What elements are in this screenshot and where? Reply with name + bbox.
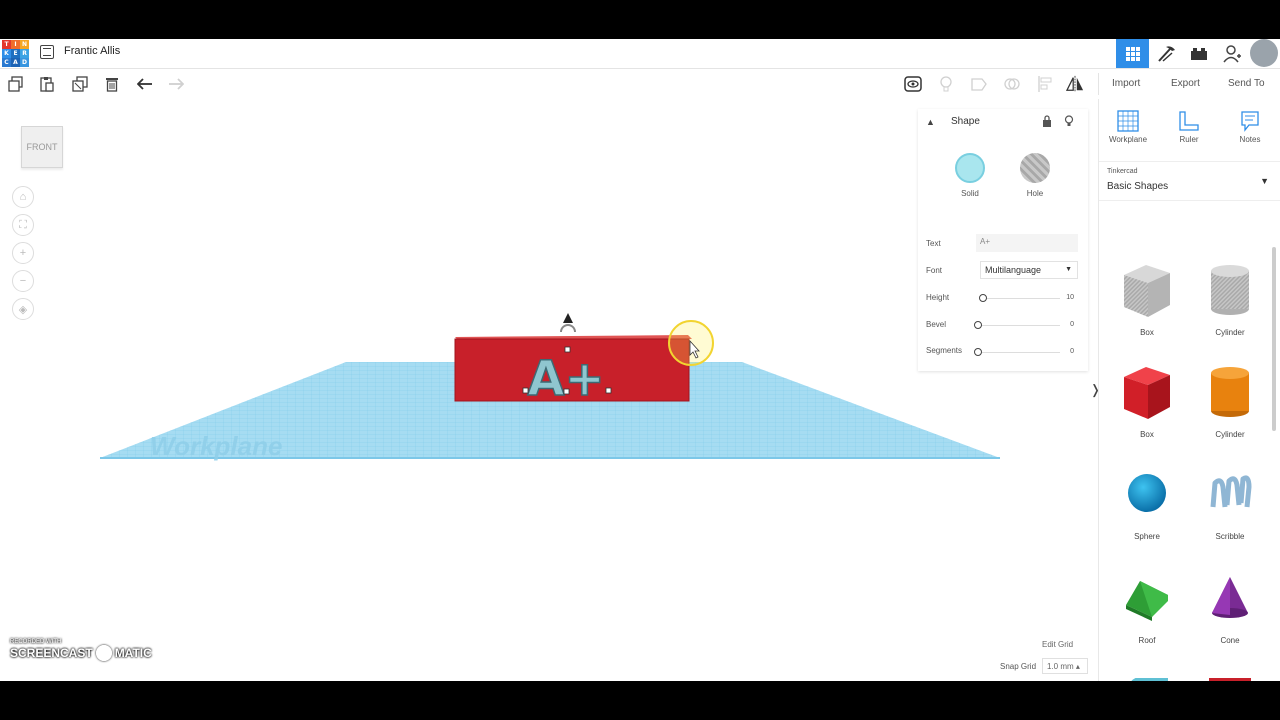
notes-icon [1225, 109, 1275, 133]
library-scrollbar[interactable] [1272, 247, 1276, 431]
box-icon [1124, 367, 1170, 419]
category-name: Basic Shapes [1107, 181, 1169, 192]
tinkercad-app: T I N K E R C A D Frantic Allis Import E… [0, 39, 1280, 681]
screencast-logo-icon [95, 645, 112, 661]
workplane-tool-label: Workplane [1108, 135, 1148, 144]
shape-label: Box [1140, 430, 1154, 439]
notes-tool[interactable]: Notes [1225, 109, 1275, 144]
bevel-value[interactable]: 0 [1070, 321, 1074, 328]
shape-label: Sphere [1134, 532, 1160, 541]
shape-label: Roof [1138, 636, 1156, 645]
roof-icon [1126, 581, 1168, 621]
shape-cone[interactable]: Cone [1195, 571, 1265, 645]
chevron-down-icon: ▼ [1260, 176, 1269, 186]
hole-label: Hole [1026, 189, 1044, 198]
text-shape-icon [1209, 678, 1251, 681]
lift-arrow-handle[interactable] [563, 313, 573, 323]
send-to-button[interactable]: Send To [1228, 78, 1265, 89]
watermark-brand: SCREENCAST MATIC [10, 645, 152, 661]
snap-grid-label: Snap Grid [1000, 662, 1037, 671]
top-right-controls [1116, 39, 1280, 68]
shape-label: Box [1140, 328, 1154, 337]
watermark-right: MATIC [114, 646, 152, 660]
shape-cylinder[interactable]: Cylinder [1195, 363, 1265, 439]
segments-prop-label: Segments [926, 346, 963, 355]
shape-label: Cylinder [1215, 328, 1245, 337]
hole-swatch[interactable] [1020, 153, 1050, 183]
solid-color-swatch[interactable] [955, 153, 985, 183]
shape-inspector: ▲ Shape Solid Hole Text A+ Font Multilan… [918, 109, 1088, 371]
light-bulb-icon[interactable] [1064, 115, 1074, 130]
watermark-left: SCREENCAST [10, 646, 93, 660]
sphere-icon [1128, 474, 1166, 512]
cone-icon [1212, 577, 1248, 618]
height-prop-label: Height [926, 293, 950, 302]
font-select[interactable]: Multilanguage ▼ [980, 261, 1078, 279]
shape-cylinder-hole[interactable]: Cylinder [1195, 261, 1265, 337]
segments-slider-knob[interactable] [974, 348, 982, 356]
shape-box[interactable]: Box [1112, 363, 1182, 439]
collapse-panel-icon[interactable]: ▲ [926, 117, 935, 127]
category-provider: Tinkercad [1107, 168, 1138, 175]
grid-view-icon[interactable] [1116, 39, 1149, 68]
shape-scribble[interactable]: Scribble [1195, 467, 1265, 541]
workplane-icon [1103, 109, 1153, 133]
notes-tool-label: Notes [1239, 135, 1261, 144]
half-cylinder-icon [1131, 677, 1168, 681]
font-select-value: Multilanguage [985, 265, 1042, 275]
ruler-icon [1164, 109, 1214, 133]
import-button[interactable]: Import [1112, 78, 1140, 89]
rotate-handle[interactable] [560, 324, 576, 333]
user-avatar[interactable] [1250, 39, 1278, 67]
shape-label: Scribble [1215, 532, 1245, 541]
edit-grid-button[interactable]: Edit Grid [1042, 640, 1073, 649]
text-prop-label: Text [926, 239, 941, 248]
workplane-tool[interactable]: Workplane [1103, 109, 1153, 144]
hammer-pickaxe-icon[interactable] [1149, 39, 1182, 68]
inspector-title: Shape [951, 116, 980, 127]
bevel-slider-track[interactable] [980, 325, 1060, 326]
shape-roof[interactable]: Roof [1112, 571, 1182, 645]
box-hole-icon [1124, 265, 1170, 317]
shape-label: Cylinder [1215, 430, 1245, 439]
ruler-tool[interactable]: Ruler [1164, 109, 1214, 144]
shape-text[interactable] [1195, 673, 1265, 681]
cylinder-icon [1211, 367, 1249, 417]
chevron-down-icon: ▼ [1065, 266, 1072, 273]
shape-category-dropdown[interactable]: Tinkercad Basic Shapes ▼ [1099, 161, 1280, 201]
shape-library: Workplane Ruler Notes Tinkercad Basic Sh… [1098, 99, 1280, 681]
snap-grid-select[interactable]: 1.0 mm ▴ [1042, 658, 1088, 674]
text-shape[interactable]: A+ [527, 350, 606, 408]
segments-value[interactable]: 0 [1070, 348, 1074, 355]
shape-half-cylinder[interactable] [1112, 673, 1182, 681]
segments-slider-track[interactable] [980, 352, 1060, 353]
text-input[interactable]: A+ [976, 234, 1078, 252]
export-button[interactable]: Export [1171, 78, 1200, 89]
height-value[interactable]: 10 [1066, 294, 1074, 301]
font-prop-label: Font [926, 266, 943, 275]
shape-box-hole[interactable]: Box [1112, 261, 1182, 337]
shape-sphere[interactable]: Sphere [1112, 467, 1182, 541]
bevel-prop-label: Bevel [926, 320, 947, 329]
height-slider-track[interactable] [980, 298, 1060, 299]
scribble-icon [1210, 475, 1252, 508]
add-user-icon[interactable] [1215, 39, 1248, 68]
workplane-label: Workplane [150, 431, 282, 461]
screencast-watermark: RECORDED WITH SCREENCAST MATIC [10, 639, 152, 661]
toolbar-divider [1098, 73, 1099, 95]
bevel-slider-knob[interactable] [974, 321, 982, 329]
shape-label: Cone [1220, 636, 1240, 645]
cylinder-hole-icon [1211, 265, 1249, 315]
brick-icon[interactable] [1182, 39, 1215, 68]
height-slider-knob[interactable] [979, 294, 987, 302]
solid-label: Solid [961, 189, 979, 198]
lock-icon[interactable] [1042, 115, 1052, 130]
ruler-tool-label: Ruler [1179, 135, 1199, 144]
